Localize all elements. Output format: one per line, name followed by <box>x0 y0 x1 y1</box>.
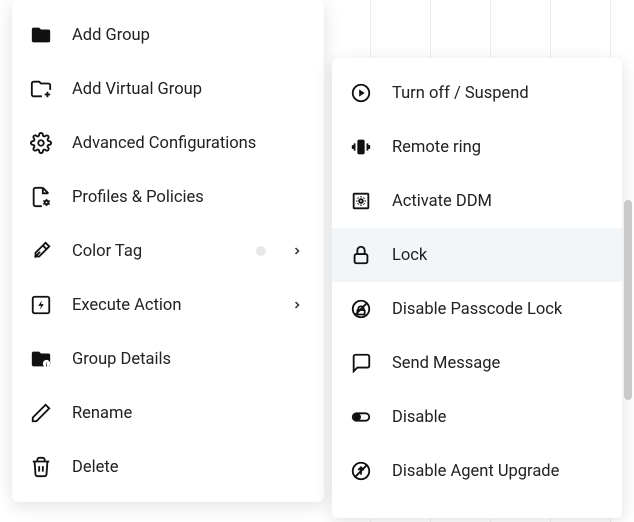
menu-item-profiles-policies[interactable]: Profiles & Policies <box>12 170 324 224</box>
submenu-item-disable[interactable]: Disable <box>332 390 622 444</box>
menu-item-label: Profiles & Policies <box>72 188 304 207</box>
menu-item-label: Delete <box>72 458 304 477</box>
menu-item-label: Execute Action <box>72 296 272 315</box>
execute-action-submenu: Turn off / Suspend Remote ring Activate … <box>332 58 622 518</box>
toggle-icon <box>348 404 374 430</box>
submenu-item-label: Send Message <box>392 354 602 373</box>
bolt-icon <box>28 292 54 318</box>
message-icon <box>348 350 374 376</box>
menu-item-label: Add Virtual Group <box>72 80 304 99</box>
menu-item-add-virtual-group[interactable]: Add Virtual Group <box>12 62 324 116</box>
chevron-right-icon <box>290 244 304 258</box>
submenu-item-disable-agent-upgrade[interactable]: Disable Agent Upgrade <box>332 444 622 498</box>
menu-item-advanced-configurations[interactable]: Advanced Configurations <box>12 116 324 170</box>
menu-item-label: Rename <box>72 404 304 423</box>
submenu-item-label: Lock <box>392 246 602 265</box>
menu-item-group-details[interactable]: i Group Details <box>12 332 324 386</box>
submenu-item-label: Activate DDM <box>392 192 602 211</box>
submenu-item-activate-ddm[interactable]: Activate DDM <box>332 174 622 228</box>
primary-context-menu: Add Group Add Virtual Group Advanced Con… <box>12 0 324 502</box>
power-icon <box>348 80 374 106</box>
submenu-item-label: Disable Agent Upgrade <box>392 462 602 481</box>
menu-item-label: Add Group <box>72 26 304 45</box>
folder-plus-icon <box>28 76 54 102</box>
color-swatch-dot <box>256 246 266 256</box>
submenu-scrollbar[interactable] <box>624 200 632 400</box>
menu-item-label: Advanced Configurations <box>72 134 304 153</box>
pencil-icon <box>28 400 54 426</box>
submenu-item-disable-passcode-lock[interactable]: Disable Passcode Lock <box>332 282 622 336</box>
submenu-item-label: Disable <box>392 408 602 427</box>
menu-item-rename[interactable]: Rename <box>12 386 324 440</box>
menu-item-delete[interactable]: Delete <box>12 440 324 494</box>
submenu-item-remote-ring[interactable]: Remote ring <box>332 120 622 174</box>
menu-item-label: Group Details <box>72 350 304 369</box>
chevron-right-icon <box>290 298 304 312</box>
eyedropper-icon <box>28 238 54 264</box>
submenu-item-label: Turn off / Suspend <box>392 84 602 103</box>
gear-icon <box>28 130 54 156</box>
gear-box-icon <box>348 188 374 214</box>
submenu-item-send-message[interactable]: Send Message <box>332 336 622 390</box>
lock-icon <box>348 242 374 268</box>
submenu-item-label: Remote ring <box>392 138 602 157</box>
document-gear-icon <box>28 184 54 210</box>
lock-slash-icon <box>348 296 374 322</box>
submenu-item-label: Disable Passcode Lock <box>392 300 602 319</box>
submenu-item-lock[interactable]: Lock <box>332 228 622 282</box>
vibrate-icon <box>348 134 374 160</box>
submenu-item-turn-off-suspend[interactable]: Turn off / Suspend <box>332 66 622 120</box>
menu-item-color-tag[interactable]: Color Tag <box>12 224 324 278</box>
menu-item-add-group[interactable]: Add Group <box>12 8 324 62</box>
folder-info-icon: i <box>28 346 54 372</box>
menu-item-label: Color Tag <box>72 242 238 261</box>
no-upgrade-icon <box>348 458 374 484</box>
menu-item-execute-action[interactable]: Execute Action <box>12 278 324 332</box>
folder-icon <box>28 22 54 48</box>
trash-icon <box>28 454 54 480</box>
